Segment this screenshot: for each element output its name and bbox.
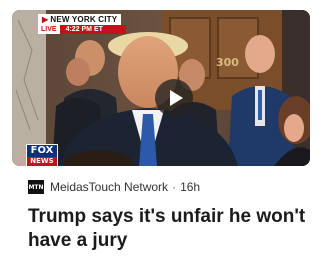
play-icon xyxy=(169,90,183,106)
live-indicator: LIVE 4:22 PM ET xyxy=(38,25,126,34)
play-button[interactable] xyxy=(155,79,193,117)
news-card[interactable]: ▶ NEW YORK CITY LIVE 4:22 PM ET 300 FOX N… xyxy=(0,0,322,272)
publisher-logo-text: MTN xyxy=(28,183,44,191)
live-label: LIVE xyxy=(38,25,60,34)
video-thumbnail[interactable]: ▶ NEW YORK CITY LIVE 4:22 PM ET 300 FOX N… xyxy=(12,10,310,166)
publisher-name[interactable]: MeidasTouch Network xyxy=(50,180,168,194)
source-attribution: MTN MeidasTouch Network · 16h xyxy=(28,180,200,194)
logo-top-text: FOX xyxy=(30,145,54,156)
logo-bottom-text: NEWS xyxy=(27,157,57,166)
fox-news-logo: FOX NEWS xyxy=(26,144,58,166)
room-number-sign: 300 xyxy=(216,56,239,69)
arrow-icon: ▶ xyxy=(42,15,49,24)
live-time: 4:22 PM ET xyxy=(65,26,103,33)
publisher-logo-icon: MTN xyxy=(28,180,44,194)
separator: · xyxy=(172,180,177,194)
article-headline[interactable]: Trump says it's unfair he won't have a j… xyxy=(28,205,308,253)
location-label: NEW YORK CITY xyxy=(50,15,118,24)
location-bug: ▶ NEW YORK CITY xyxy=(38,14,122,25)
publish-age: 16h xyxy=(180,180,201,194)
